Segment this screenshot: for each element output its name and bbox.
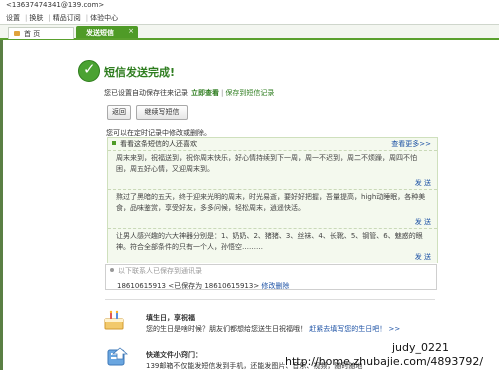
birthday-text: 您的生日是啥时候？朋友们都想给您送生日祝福哦！ 赶紧去填写您的生日吧！ >>	[146, 324, 400, 334]
birthday-message: 您的生日是啥时候？朋友们都想给您送生日祝福哦！	[146, 325, 307, 333]
message-text: 让男人感兴趣的六大神器分别是：1、奶奶、2、猪猪、3、丝袜、4、长靴、5、钢管、…	[116, 232, 423, 251]
back-button[interactable]: 返回	[107, 105, 131, 120]
birthday-title: 填生日，享祝福	[146, 314, 195, 322]
saved-note: 您已设置自动保存往来记录 立即查看 | 保存到短信记录	[104, 89, 275, 97]
section-divider	[105, 299, 435, 300]
message-text: 熬过了黑暗的五天，终于迎来光明的周末，时光易逝，要好好把握，吾量提高，high动…	[116, 193, 426, 212]
tab-send-sms-label: 发送短信	[86, 29, 114, 37]
continue-writing-button[interactable]: 继续写短信	[136, 105, 188, 120]
home-icon	[14, 31, 20, 36]
check-icon: ✓	[78, 60, 100, 82]
tab-send-sms[interactable]: 发送短信 ×	[76, 26, 138, 38]
saved-contact-line: 18610615913 <已保存为 18610615913> 修改删除	[117, 281, 289, 291]
tab-bar-underline	[0, 38, 499, 40]
nav-subscribe[interactable]: 精品订阅	[53, 14, 81, 22]
fill-birthday-link[interactable]: 赶紧去填写您的生日吧！	[309, 325, 386, 333]
left-sidebar-edge	[0, 40, 3, 370]
recommend-message: 熬过了黑暗的五天，终于迎来光明的周末，时光易逝，要好好把握，吾量提高，high动…	[108, 189, 437, 228]
tab-bar	[0, 25, 499, 39]
edit-delete-link[interactable]: 修改删除	[261, 282, 289, 290]
save-to-record-link[interactable]: 保存到短信记录	[225, 89, 274, 97]
message-text: 周末来到，祝福送到，祝你周末快乐，好心情持续到下一周，周一不迟到，周二不烦躁，周…	[116, 154, 417, 173]
tab-home-label: 首 页	[24, 30, 41, 38]
saved-contact-hint: 以下联系人已保存到通讯录	[118, 267, 202, 275]
nav-skin[interactable]: 换肤	[29, 14, 43, 22]
birthday-cake-icon	[104, 308, 124, 330]
recommend-message: 让男人感兴趣的六大神器分别是：1、奶奶、2、猪猪、3、丝袜、4、长靴、5、钢管、…	[108, 228, 437, 263]
recommend-panel: 看看这条短信的人还喜欢 查看更多>> 周末来到，祝福送到，祝你周末快乐，好心情持…	[107, 137, 438, 263]
watermark-user: judy_0221	[392, 341, 450, 354]
send-link[interactable]: 发 送	[415, 252, 431, 262]
account-email: <13637474341@139.com>	[6, 1, 105, 9]
view-more-link[interactable]: 查看更多>>	[391, 139, 431, 149]
view-now-link[interactable]: 立即查看	[191, 89, 219, 97]
more-arrow[interactable]: >>	[388, 325, 400, 333]
watermark-url: http://home.zhubajie.com/4893792/	[285, 355, 484, 368]
panel-header: 看看这条短信的人还喜欢 查看更多>>	[108, 138, 437, 149]
top-nav: 设置 | 换肤 | 精品订阅 | 体验中心	[6, 14, 119, 22]
nav-experience-center[interactable]: 体验中心	[90, 14, 118, 22]
info-icon	[110, 268, 114, 272]
saved-note-text: 您已设置自动保存往来记录	[104, 89, 188, 97]
contact-saved-as: <已保存为 18610615913>	[168, 282, 260, 290]
panel-title: 看看这条短信的人还喜欢	[120, 140, 197, 148]
contact-number: 18610615913	[117, 282, 166, 290]
send-link[interactable]: 发 送	[415, 217, 431, 227]
close-icon[interactable]: ×	[128, 27, 134, 35]
tab-home[interactable]: 首 页	[8, 27, 74, 39]
success-title: 短信发送完成!	[104, 66, 176, 79]
square-bullet-icon	[112, 141, 116, 145]
recommend-message: 周末来到，祝福送到，祝你周末快乐，好心情持续到下一周，周一不迟到，周二不烦躁，周…	[108, 150, 437, 189]
nav-settings[interactable]: 设置	[6, 14, 20, 22]
transfer-title: 快递文件小窍门：	[146, 351, 202, 359]
file-transfer-icon	[106, 347, 129, 367]
send-link[interactable]: 发 送	[415, 178, 431, 188]
